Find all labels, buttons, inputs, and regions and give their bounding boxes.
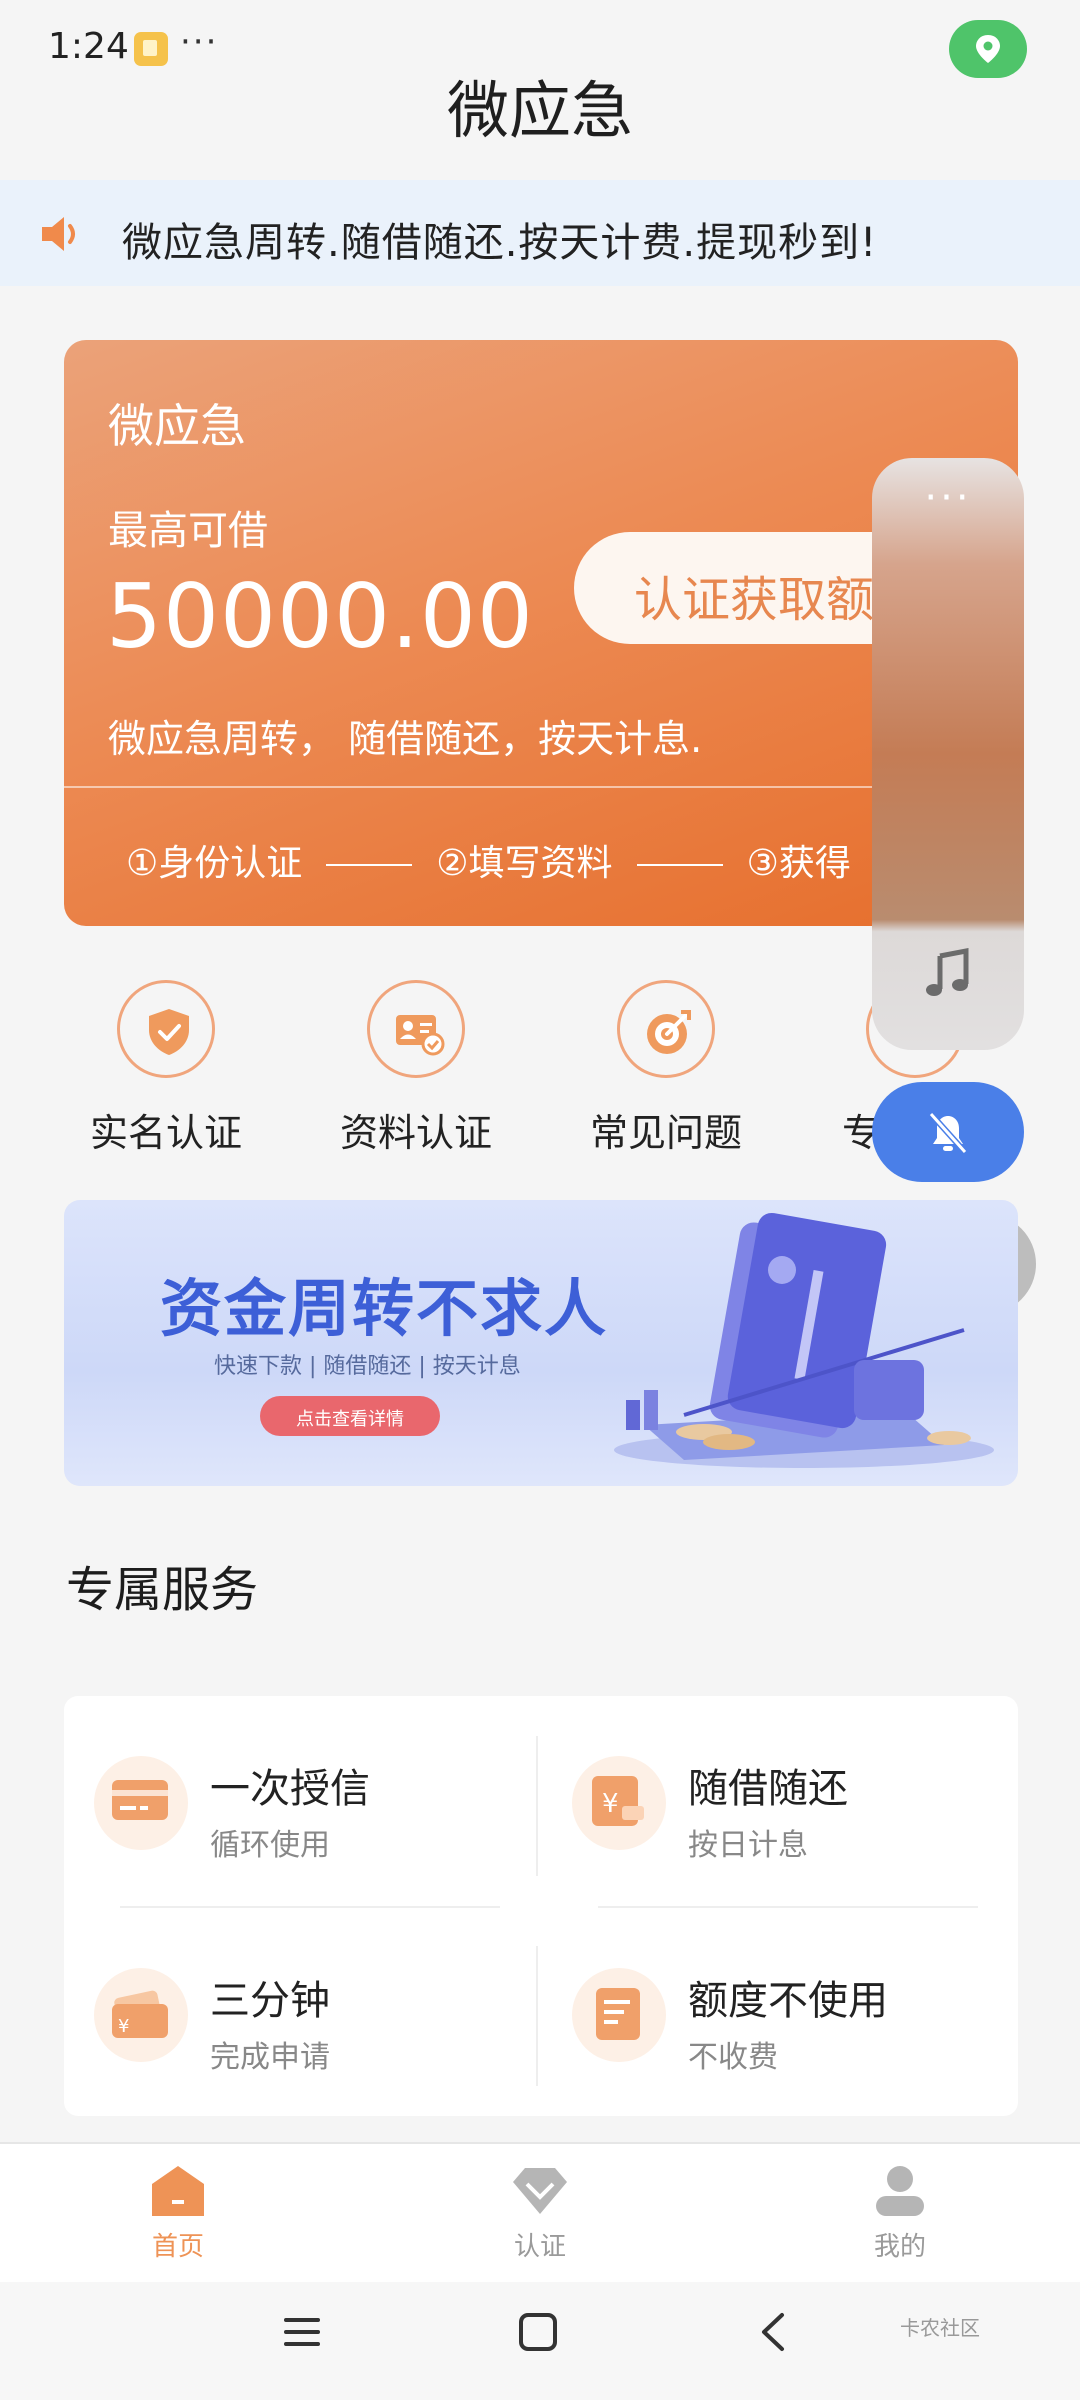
services-divider <box>536 1736 538 1876</box>
watermark: 卡农社区 <box>900 2312 980 2341</box>
get-quota-label: 认证获取额 <box>634 572 875 628</box>
quick-action-circle <box>117 980 215 1078</box>
quick-action-circle <box>617 980 715 1078</box>
service-title: 三分钟 <box>210 1978 330 2024</box>
service-title: 额度不使用 <box>688 1978 888 2024</box>
service-item-flexible-repay[interactable]: ¥ 随借随还 按日计息 <box>542 1730 962 1870</box>
hero-description: 微应急周转， 随借随还，按天计息. <box>108 717 703 761</box>
services-section-title: 专属服务 <box>66 1562 259 1618</box>
banner-details-label: 点击查看详情 <box>296 1409 404 1430</box>
step-1: ①身份认证 <box>126 843 303 884</box>
promo-banner[interactable]: 资金周转不求人 快速下款 | 随借随还 | 按天计息 点击查看详情 <box>64 1200 1018 1486</box>
service-subtitle: 循环使用 <box>210 1828 330 1863</box>
step-2: ②填写资料 <box>436 843 613 884</box>
svg-text:¥: ¥ <box>602 1789 619 1819</box>
overlay-more-icon[interactable]: ··· <box>872 478 1024 518</box>
mute-toggle[interactable] <box>872 1082 1024 1182</box>
service-subtitle: 完成申请 <box>210 2040 330 2075</box>
step-3: ③获得 <box>746 843 851 884</box>
service-item-one-time-credit[interactable]: 一次授信 循环使用 <box>64 1730 484 1870</box>
wallet-icon: ¥ <box>112 1990 168 2038</box>
quick-action-label: 实名认证 <box>89 1111 242 1155</box>
tab-label: 认证 <box>513 2232 566 2262</box>
diamond-icon <box>513 2168 567 2214</box>
banner-title: 资金周转不求人 <box>160 1272 609 1345</box>
quick-action-faq[interactable]: 常见问题 <box>566 980 766 1157</box>
music-note-icon[interactable] <box>922 948 974 1000</box>
quick-action-circle <box>367 980 465 1078</box>
system-nav-bar <box>0 2282 1080 2400</box>
hero-max-label: 最高可借 <box>108 508 268 554</box>
tab-label: 首页 <box>151 2232 204 2262</box>
notice-text: 微应急周转.随借随还.按天计费.提现秒到! <box>122 220 878 266</box>
id-card-icon <box>396 1015 445 1056</box>
tab-verify[interactable]: 认证 <box>440 2164 640 2263</box>
hero-amount: 50000.00 <box>106 565 534 668</box>
tab-mine[interactable]: 我的 <box>800 2164 1000 2263</box>
menu-icon[interactable] <box>282 2312 322 2352</box>
step-connector <box>636 864 723 866</box>
shield-check-icon <box>149 1009 189 1055</box>
bottom-tab-bar: 首页 认证 我的 <box>0 2142 1080 2282</box>
service-title: 随借随还 <box>688 1766 848 1812</box>
quick-action-profile[interactable]: 资料认证 <box>316 980 516 1157</box>
tab-home[interactable]: 首页 <box>78 2164 278 2263</box>
notice-bar[interactable]: 微应急周转.随借随还.按天计费.提现秒到! <box>0 180 1080 286</box>
service-icon-bg: ¥ <box>572 1756 666 1850</box>
quick-action-label: 常见问题 <box>589 1111 742 1155</box>
home-square-icon[interactable] <box>518 2312 558 2352</box>
svg-text:¥: ¥ <box>118 2016 129 2037</box>
tab-label: 我的 <box>873 2232 926 2262</box>
speaker-icon <box>42 217 75 251</box>
service-title: 一次授信 <box>210 1766 370 1812</box>
service-subtitle: 不收费 <box>688 2040 778 2075</box>
page-title: 微应急 <box>446 74 633 147</box>
service-icon-bg <box>94 1756 188 1850</box>
service-item-three-minutes[interactable]: ¥ 三分钟 完成申请 <box>64 1942 484 2082</box>
yen-bill-icon: ¥ <box>592 1776 644 1826</box>
services-divider <box>120 1906 500 1908</box>
services-card: 一次授信 循环使用 ¥ 随借随还 按日计息 ¥ 三分钟 完成申请 额度不使用 不… <box>64 1696 1018 2116</box>
bell-off-icon <box>928 1111 968 1155</box>
home-icon <box>152 2166 204 2216</box>
banner-details-button[interactable]: 点击查看详情 <box>260 1396 440 1436</box>
banner-subtitle: 快速下款 | 随借随还 | 按天计息 <box>214 1354 521 1379</box>
watermark-text: 卡农社区 <box>900 2316 980 2340</box>
floating-assistant-panel[interactable]: ··· <box>872 458 1024 1050</box>
status-more-icon: ··· <box>180 22 219 62</box>
service-icon-bg: ¥ <box>94 1968 188 2062</box>
services-divider <box>598 1906 978 1908</box>
target-icon <box>647 1010 691 1054</box>
hero-product-name: 微应急 <box>108 399 246 453</box>
quick-action-real-name[interactable]: 实名认证 <box>66 980 266 1157</box>
credit-card-illustration <box>614 1212 994 1468</box>
document-icon <box>596 1988 640 2040</box>
service-icon-bg <box>572 1968 666 2062</box>
hero-steps: ①身份认证 ②填写资料 ③获得 <box>126 834 851 886</box>
card-icon <box>112 1780 168 1820</box>
quick-action-label: 资料认证 <box>339 1111 492 1155</box>
service-subtitle: 按日计息 <box>688 1828 808 1863</box>
step-connector <box>326 864 413 866</box>
user-icon <box>876 2166 924 2216</box>
service-item-no-fee[interactable]: 额度不使用 不收费 <box>542 1942 962 2082</box>
back-icon[interactable] <box>754 2312 794 2352</box>
services-divider <box>536 1946 538 2086</box>
